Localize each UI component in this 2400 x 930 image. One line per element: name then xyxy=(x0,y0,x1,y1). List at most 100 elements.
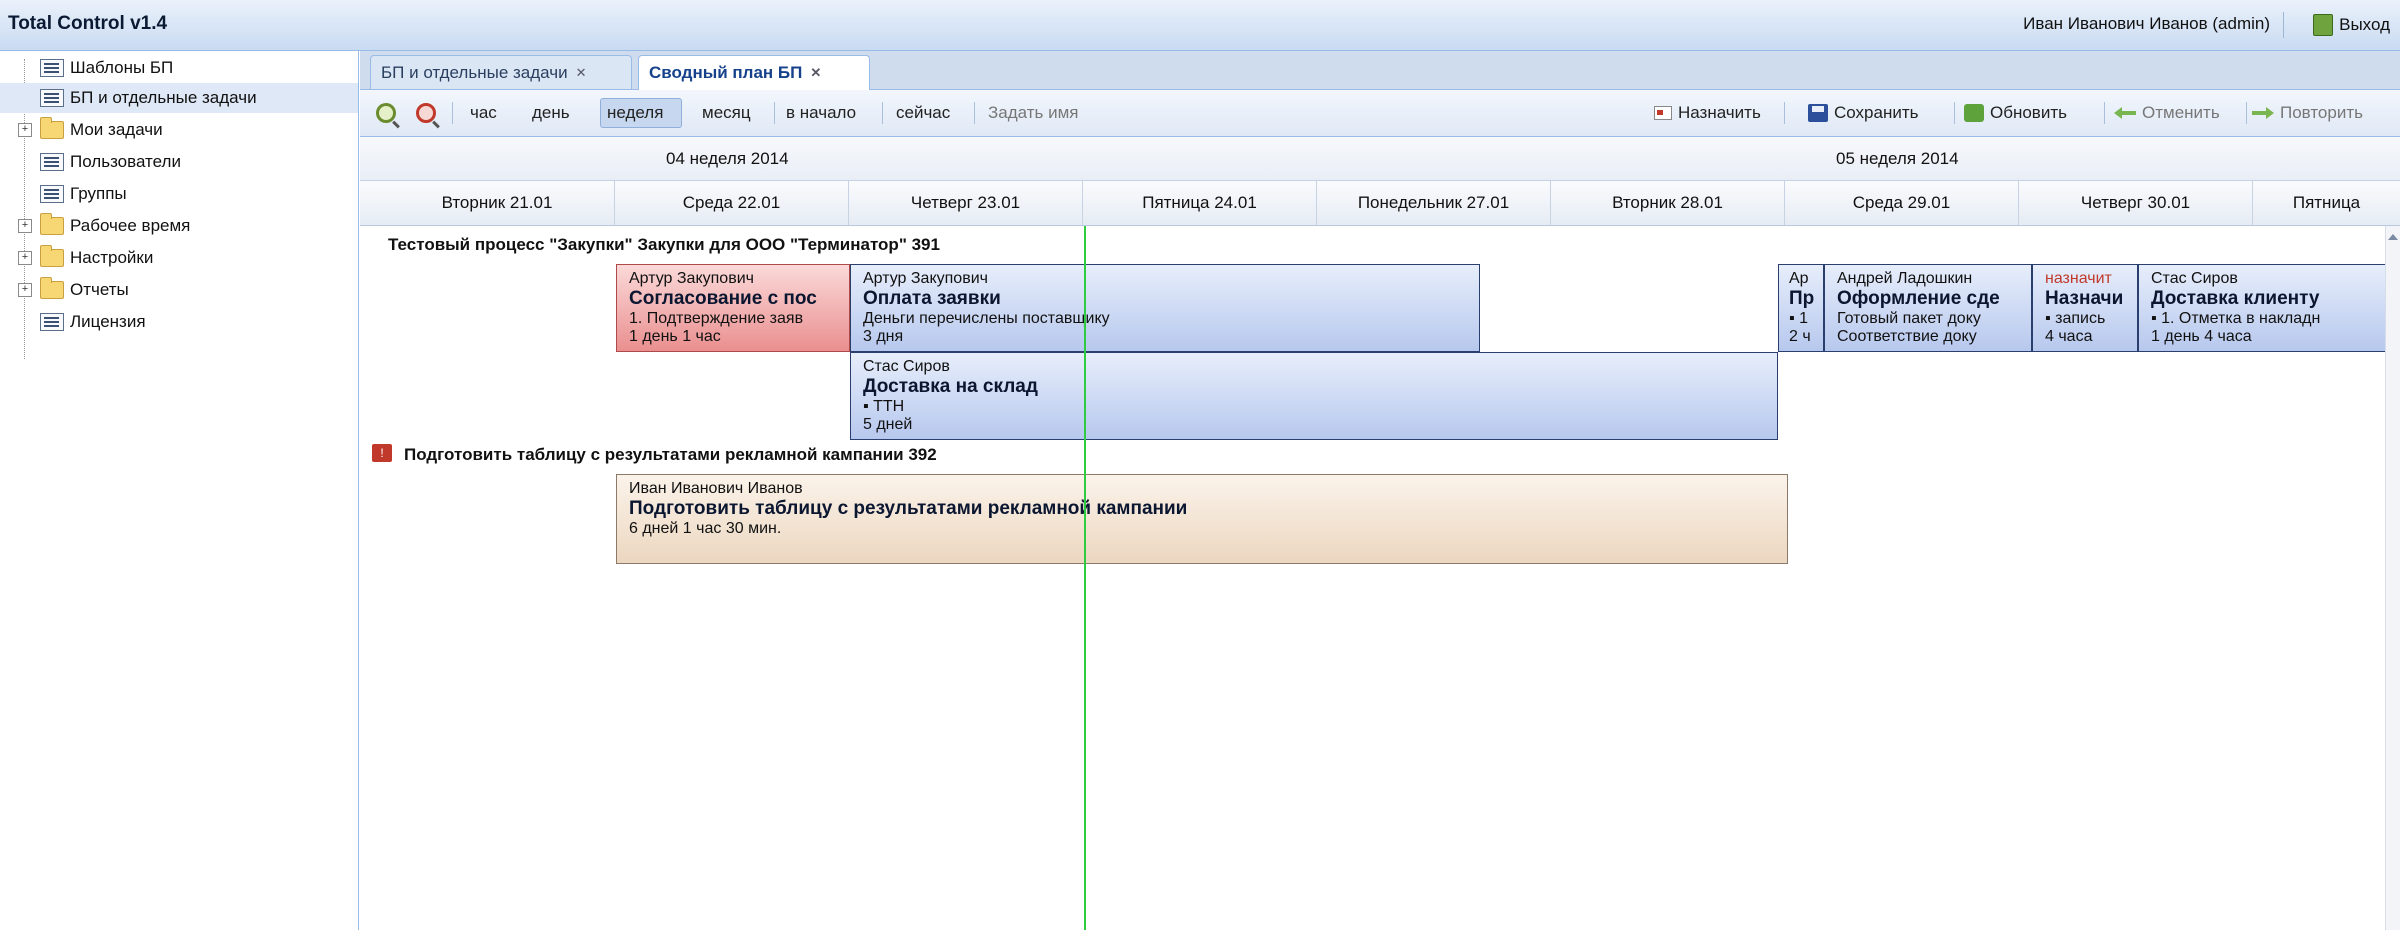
task-group-title[interactable]: Подготовить таблицу с результатами рекла… xyxy=(404,445,937,465)
sidebar-item-license[interactable]: Лицензия xyxy=(0,307,358,337)
set-name-button[interactable]: Задать имя xyxy=(988,98,1078,128)
go-to-now-button[interactable]: сейчас xyxy=(896,98,950,128)
sidebar-item-label: Лицензия xyxy=(70,312,146,331)
redo-button[interactable]: Повторить xyxy=(2252,98,2363,128)
close-icon[interactable]: ✕ xyxy=(576,65,587,81)
task-name: Подготовить таблицу с результатами рекла… xyxy=(629,498,1188,519)
vertical-scrollbar[interactable] xyxy=(2385,226,2400,930)
undo-button[interactable]: Отменить xyxy=(2114,98,2220,128)
toolbar-separator xyxy=(1954,102,1955,124)
toolbar-separator xyxy=(1784,102,1785,124)
logout-icon xyxy=(2313,14,2334,36)
expand-icon[interactable]: + xyxy=(18,219,32,233)
task-name: Доставка клиенту xyxy=(2151,288,2320,309)
gantt-chart-area[interactable]: Тестовый процесс "Закупки" Закупки для О… xyxy=(360,226,2385,930)
sidebar-item-settings[interactable]: + Настройки xyxy=(0,243,358,273)
task-red-icon: ! xyxy=(372,444,392,462)
title-separator xyxy=(2283,12,2284,38)
week-label: 04 неделя 2014 xyxy=(666,149,789,168)
task-bar[interactable]: Андрей Ладошкин Оформление сде Готовый п… xyxy=(1824,264,2032,352)
sidebar-item-label: Группы xyxy=(70,184,127,203)
tab-label: БП и отдельные задачи xyxy=(381,62,568,82)
refresh-label: Обновить xyxy=(1990,103,2067,122)
process-group-title[interactable]: Тестовый процесс "Закупки" Закупки для О… xyxy=(388,235,940,255)
expand-icon[interactable]: + xyxy=(18,123,32,137)
day-column-header: Пятница 24.01 xyxy=(1082,181,1316,225)
tab-label: Сводный план БП xyxy=(649,63,803,82)
sidebar-item-label: Настройки xyxy=(70,248,154,267)
zoom-out-button[interactable] xyxy=(416,98,436,128)
zoom-in-icon xyxy=(376,103,396,123)
sidebar-item-reports[interactable]: + Отчеты xyxy=(0,275,358,305)
task-name: Назначи xyxy=(2045,288,2124,309)
task-assignee: Стас Сиров xyxy=(863,358,950,375)
close-icon[interactable]: ✕ xyxy=(810,65,821,81)
folder-icon xyxy=(40,117,64,139)
document-list-icon xyxy=(40,313,64,331)
task-bar[interactable]: Артур Закупович Оплата заявки Деньги пер… xyxy=(850,264,1480,352)
title-bar: Total Control v1.4 Иван Иванович Иванов … xyxy=(0,0,2400,51)
task-assignee: Иван Иванович Иванов xyxy=(629,480,803,497)
day-column-header: Вторник 21.01 xyxy=(441,193,553,212)
task-bar[interactable]: Стас Сиров Доставка клиенту ▪ 1. Отметка… xyxy=(2138,264,2385,352)
timeline-day-header: Вторник 21.01 Среда 22.01 Четверг 23.01 … xyxy=(360,181,2400,226)
zoom-in-button[interactable] xyxy=(376,98,396,128)
sidebar-item-my-tasks[interactable]: + Мои задачи xyxy=(0,115,358,145)
expand-icon[interactable]: + xyxy=(18,251,32,265)
scale-hour-button[interactable]: час xyxy=(470,98,497,128)
task-duration: 1 день 4 часа xyxy=(2151,328,2252,345)
sidebar-item-label: Отчеты xyxy=(70,280,129,299)
task-assignee: Андрей Ладошкин xyxy=(1837,270,1973,287)
task-duration: 4 часа xyxy=(2045,328,2093,345)
assign-icon xyxy=(1654,106,1672,120)
task-bar[interactable]: Иван Иванович Иванов Подготовить таблицу… xyxy=(616,474,1788,564)
sidebar-item-label: БП и отдельные задачи xyxy=(70,88,257,107)
scale-week-button[interactable]: неделя xyxy=(600,98,682,128)
task-description: ▪ 1 xyxy=(1789,310,1809,327)
task-bar[interactable]: Стас Сиров Доставка на склад ▪ ТТН 5 дне… xyxy=(850,352,1778,440)
task-name: Пр xyxy=(1789,288,1815,309)
task-bar[interactable]: назначит Назначи ▪ запись 4 часа xyxy=(2032,264,2138,352)
day-column-header: Понедельник 27.01 xyxy=(1316,181,1550,225)
sidebar-item-templates[interactable]: Шаблоны БП xyxy=(0,53,358,83)
logout-button[interactable]: Выход xyxy=(2313,10,2390,40)
redo-label: Повторить xyxy=(2280,103,2363,122)
task-name: Доставка на склад xyxy=(863,376,1038,397)
task-description: ▪ ТТН xyxy=(863,398,905,415)
save-button[interactable]: Сохранить xyxy=(1808,98,1918,128)
task-name: Оформление сде xyxy=(1837,288,2000,309)
sidebar-item-work-time[interactable]: + Рабочее время xyxy=(0,211,358,241)
toolbar-separator xyxy=(774,102,775,124)
sidebar-item-groups[interactable]: Группы xyxy=(0,179,358,209)
sidebar-item-label: Пользователи xyxy=(70,152,181,171)
scale-month-button[interactable]: месяц xyxy=(702,98,751,128)
task-bar[interactable]: Артур Закупович Согласование с пос 1. По… xyxy=(616,264,850,352)
tab-summary-plan[interactable]: Сводный план БП ✕ xyxy=(638,55,870,90)
save-label: Сохранить xyxy=(1834,103,1919,122)
assign-button[interactable]: Назначить xyxy=(1654,98,1761,128)
day-column-header: Четверг 23.01 xyxy=(848,181,1082,225)
toolbar-separator xyxy=(2104,102,2105,124)
task-assignee: Стас Сиров xyxy=(2151,270,2238,287)
toolbar-separator xyxy=(2246,102,2247,124)
undo-label: Отменить xyxy=(2142,103,2220,122)
task-duration: 5 дней xyxy=(863,416,913,433)
task-description: Деньги перечислены поставщику xyxy=(863,310,1110,327)
sidebar-item-processes[interactable]: БП и отдельные задачи xyxy=(0,83,358,113)
task-description: ▪ запись xyxy=(2045,310,2106,327)
day-column-header: Четверг 30.01 xyxy=(2018,181,2252,225)
undo-arrow-icon xyxy=(2114,107,2136,119)
day-column-header: Среда 29.01 xyxy=(1784,181,2018,225)
task-assignee: Артур Закупович xyxy=(629,270,754,287)
scroll-up-arrow-icon[interactable] xyxy=(2388,234,2398,240)
refresh-button[interactable]: Обновить xyxy=(1964,98,2067,128)
expand-icon[interactable]: + xyxy=(18,283,32,297)
task-description: ▪ 1. Отметка в накладн xyxy=(2151,310,2321,327)
task-bar[interactable]: Ар Пр ▪ 1 2 ч xyxy=(1778,264,1824,352)
scale-day-button[interactable]: день xyxy=(532,98,570,128)
refresh-icon xyxy=(1964,104,1984,122)
go-to-start-button[interactable]: в начало xyxy=(786,98,856,128)
task-name: Согласование с пос xyxy=(629,288,817,309)
sidebar-item-users[interactable]: Пользователи xyxy=(0,147,358,177)
tab-processes[interactable]: БП и отдельные задачи ✕ xyxy=(370,55,632,89)
